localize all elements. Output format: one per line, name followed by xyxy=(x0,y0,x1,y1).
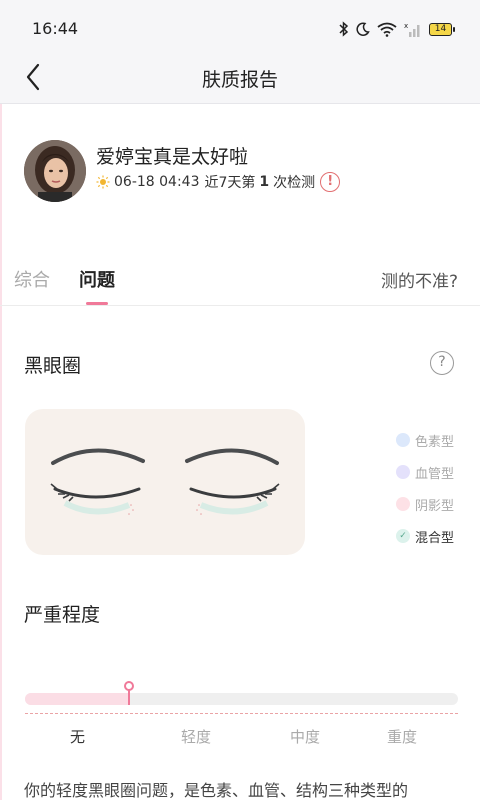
status-bar: 16:44 x 14 xyxy=(0,0,480,58)
sun-icon xyxy=(96,175,110,189)
signal-icon: x xyxy=(404,22,420,37)
test-period-suffix: 次检测 xyxy=(273,175,316,191)
wifi-icon xyxy=(377,22,397,37)
legend-label: 色素型 xyxy=(415,434,455,450)
battery-icon: 14 xyxy=(429,22,455,36)
avatar[interactable] xyxy=(24,140,86,202)
legend-label: 混合型 xyxy=(415,530,455,546)
severity-bar xyxy=(25,693,458,705)
page-title: 肤质报告 xyxy=(201,69,278,91)
user-meta: 06-18 04:43 近7天第 1 次检测 ! xyxy=(96,172,341,192)
closed-eyes-image xyxy=(50,448,280,515)
tab-bar: 综合 问题 测的不准? xyxy=(0,258,480,306)
bluetooth-icon xyxy=(339,21,349,37)
nav-bar: 肤质报告 xyxy=(0,58,480,104)
tab-overview[interactable]: 综合 xyxy=(14,266,50,292)
help-icon[interactable]: ? xyxy=(430,351,454,375)
legend-dot-vascular xyxy=(396,465,410,479)
section-title-dark-circles: 黑眼圈 xyxy=(24,355,82,377)
legend-label: 血管型 xyxy=(415,466,455,482)
legend-item-vascular: 血管型 xyxy=(396,456,466,488)
status-time: 16:44 xyxy=(32,19,79,38)
legend-item-pigment: 色素型 xyxy=(396,424,466,456)
severity-baseline xyxy=(25,713,458,714)
test-period-prefix: 近7天第 xyxy=(204,175,256,191)
tab-active-indicator xyxy=(86,302,108,305)
moon-icon xyxy=(356,22,370,36)
severity-level-severe: 重度 xyxy=(387,728,418,746)
legend-label: 阴影型 xyxy=(415,498,455,514)
user-name: 爱婷宝真是太好啦 xyxy=(96,146,249,168)
legend-item-mixed: ✓ 混合型 xyxy=(396,520,466,552)
test-date: 06-18 04:43 xyxy=(114,174,200,190)
check-icon: ✓ xyxy=(396,529,410,543)
tab-problems[interactable]: 问题 xyxy=(79,266,115,292)
legend-dot-pigment xyxy=(396,433,410,447)
severity-level-moderate: 中度 xyxy=(290,728,321,746)
page-edge-accent xyxy=(0,0,2,800)
test-count: 1 xyxy=(259,174,270,190)
svg-text:x: x xyxy=(404,22,408,30)
status-icons: x 14 xyxy=(339,20,455,38)
severity-bar-fill xyxy=(25,693,129,705)
severity-marker-icon xyxy=(124,681,134,705)
severity-title: 严重程度 xyxy=(24,604,101,626)
legend-dot-shadow xyxy=(396,497,410,511)
user-info: 爱婷宝真是太好啦 06-18 04:43 近7天第 1 次检测 ! xyxy=(24,140,464,204)
avatar-image xyxy=(24,140,86,202)
description-text: 你的轻度黑眼圈问题，是色素、血管、结构三种类型的 xyxy=(24,781,409,800)
eye-illustration xyxy=(25,409,305,555)
legend-item-shadow: 阴影型 xyxy=(396,488,466,520)
severity-level-none: 无 xyxy=(70,728,86,746)
inaccurate-test-link[interactable]: 测的不准? xyxy=(381,267,458,292)
severity-level-mild: 轻度 xyxy=(181,728,212,746)
dark-circle-type-legend: 色素型 血管型 阴影型 ✓ 混合型 xyxy=(396,424,466,552)
warning-icon[interactable]: ! xyxy=(320,172,341,192)
